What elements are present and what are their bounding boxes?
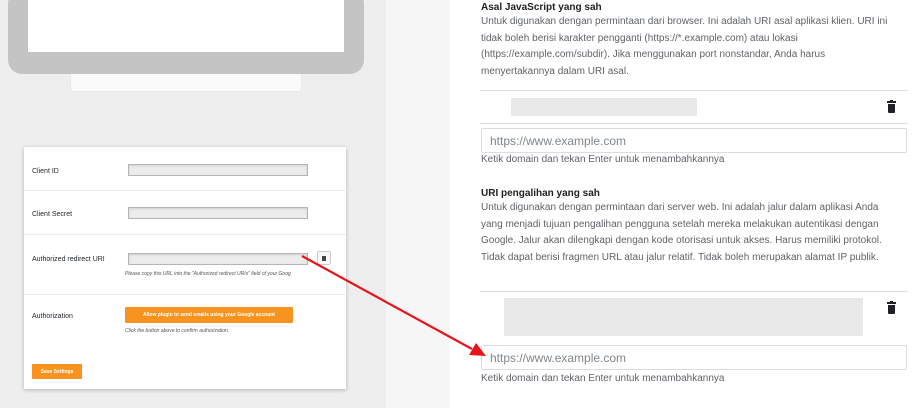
js-origins-description: Untuk digunakan dengan permintaan dari b…: [481, 16, 888, 77]
divider: [480, 123, 908, 124]
redirect-uri-entry: [504, 298, 863, 336]
authorization-label: Authorization: [32, 313, 73, 320]
client-id-row: Client ID: [24, 147, 346, 191]
redirect-uris-description: Untuk digunakan dengan permintaan dari s…: [481, 202, 882, 263]
redirect-uri-label: Authorized redirect URI: [32, 256, 105, 263]
oauth-client-form: Asal JavaScript yang sah Untuk digunakan…: [450, 0, 924, 408]
authorization-help: Click the button above to confirm author…: [125, 328, 230, 334]
copy-icon[interactable]: [317, 251, 331, 265]
plugin-settings-card: Client ID Client Secret Authorized redir…: [24, 147, 346, 389]
monitor-screen: [28, 0, 344, 52]
save-settings-button[interactable]: Save Settings: [32, 364, 82, 379]
redirect-uri-help: Please copy this URL into the "Authorize…: [125, 271, 291, 277]
js-origin-input[interactable]: [481, 128, 907, 153]
client-secret-input[interactable]: [128, 207, 308, 219]
divider: [480, 90, 908, 91]
trash-icon[interactable]: [887, 301, 896, 314]
client-secret-label: Client Secret: [32, 211, 73, 218]
client-id-label: Client ID: [32, 168, 59, 175]
redirect-uri-input[interactable]: [481, 345, 907, 370]
allow-plugin-button[interactable]: Allow plugin to send emails using your G…: [125, 307, 293, 323]
authorization-row: Authorization Allow plugin to send email…: [24, 295, 346, 349]
redirect-uri-input[interactable]: [128, 253, 308, 265]
monitor-illustration: [8, 0, 364, 74]
trash-icon[interactable]: [887, 100, 896, 113]
illustration-panel: Client ID Client Secret Authorized redir…: [0, 0, 386, 408]
client-id-input[interactable]: [128, 164, 308, 176]
panel-divider: [386, 0, 450, 408]
js-origin-entry: [511, 98, 697, 116]
js-origins-title: Asal JavaScript yang sah: [481, 2, 602, 13]
client-secret-row: Client Secret: [24, 191, 346, 235]
redirect-uris-title: URI pengalihan yang sah: [481, 188, 600, 199]
redirect-uri-hint: Ketik domain dan tekan Enter untuk menam…: [481, 373, 725, 384]
js-origin-hint: Ketik domain dan tekan Enter untuk menam…: [481, 154, 725, 165]
monitor-stand: [70, 74, 302, 92]
divider: [480, 291, 908, 292]
redirect-uri-row: Authorized redirect URI Please copy this…: [24, 235, 346, 295]
